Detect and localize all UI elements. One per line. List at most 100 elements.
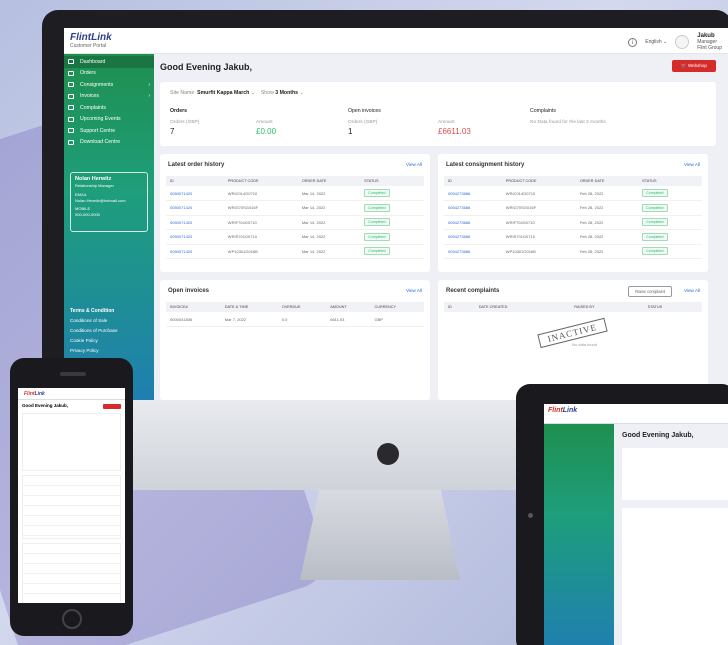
manager-email[interactable]: Nolan.Herwitz@hotmail.com <box>75 198 143 204</box>
terms-title[interactable]: Terms & Condition <box>70 306 118 316</box>
table-row[interactable]: 0054273686 WRIS701G0710 Feb 28, 2022 Comple… <box>444 229 702 245</box>
order-history-table: ID PRODUCT CODE ORDER DATE STATUS 0050071420… <box>166 176 424 259</box>
table-cell: WRIS701G0710 <box>501 229 576 245</box>
table-cell[interactable]: 0054273686 <box>444 186 502 201</box>
table-cell[interactable]: 0050071420 <box>166 229 224 245</box>
brand-logo[interactable]: FlintLink <box>70 32 112 43</box>
empty-note: No data found <box>572 342 598 347</box>
recent-complaints-view-all[interactable]: View All <box>684 288 700 293</box>
status-badge: Completed <box>642 247 668 256</box>
phone-webshop-button[interactable] <box>103 404 121 409</box>
open-invoices-view-all[interactable]: View All <box>406 288 422 293</box>
sidebar-item[interactable]: Consignments › <box>64 79 154 91</box>
table-row[interactable]: 0054273686 WRIF704G0710 Feb 28, 2022 Comple… <box>444 215 702 230</box>
table-cell: Feb 28, 2022 <box>575 229 639 245</box>
table-header-row: INVOICE# DATE & TIME OVERDUE AMOUNT CURRENCY <box>166 302 424 312</box>
order-history-view-all[interactable]: View All <box>406 162 422 167</box>
sidebar-item[interactable]: Download Centre <box>64 137 154 149</box>
column-header: DATE CREATED <box>474 302 571 312</box>
table-row[interactable]: 0054273686 WRIG70SG016F Feb 28, 2022 Comple… <box>444 200 702 216</box>
table-cell: Mar 14, 2022 <box>297 244 361 259</box>
sidebar-item-label: Invoices <box>80 93 100 100</box>
sidebar-item[interactable]: Upcoming Events <box>64 114 154 126</box>
column-header: ID <box>444 176 502 186</box>
calendar-icon <box>68 116 74 122</box>
phone-order-table <box>22 475 121 539</box>
table-cell: Mar 14, 2022 <box>297 229 361 245</box>
table-row[interactable]: 0054273686 WP10301G016B Feb 28, 2022 Comple… <box>444 244 702 259</box>
phone-summary <box>22 413 121 471</box>
webshop-button[interactable]: 🛒 Webshop <box>672 60 716 72</box>
consignment-history-view-all[interactable]: View All <box>684 162 700 167</box>
column-header: ORDER DATE <box>297 176 361 186</box>
column-header: OVERDUE <box>277 302 327 312</box>
tablet-logo: FlintLink <box>544 404 728 424</box>
table-cell: GBP <box>370 312 424 327</box>
terms-link[interactable]: Privacy Policy <box>70 346 118 356</box>
table-row[interactable]: 0050071420 WRIG70SG016F Mar 14, 2022 Comple… <box>166 200 424 216</box>
sidebar-item[interactable]: Dashboard <box>64 56 154 68</box>
table-cell: Mar 14, 2022 <box>297 186 361 201</box>
column-header: PRODUCT CODE <box>501 176 576 186</box>
user-block[interactable]: Jakub Manager Flint Group <box>697 33 722 51</box>
table-row[interactable]: 0050071420 WRIC014G0710 Mar 14, 2022 Comple… <box>166 186 424 201</box>
table-cell[interactable]: 0050071420 <box>166 200 224 216</box>
truck-icon <box>68 82 74 88</box>
table-cell[interactable]: 0054273686 <box>444 229 502 245</box>
column-header: INVOICE# <box>166 302 221 312</box>
table-cell[interactable]: 0050071420 <box>166 244 224 259</box>
table-row[interactable]: 0050071420 WRIF704G0710 Mar 14, 2022 Comple… <box>166 215 424 230</box>
list-icon <box>68 70 74 76</box>
table-cell[interactable]: 0054273686 <box>444 215 502 230</box>
table-row[interactable]: 0050071420 WRIS701G0710 Mar 14, 2022 Comple… <box>166 229 424 245</box>
brand-name: Flint <box>70 32 92 43</box>
table-cell[interactable]: 0050071420 <box>166 186 224 201</box>
table-row[interactable]: 0000041836 Mar 7, 2022 0.0 6611.03 GBP <box>166 312 424 327</box>
open-invoices-title: Open invoices <box>168 288 210 294</box>
phone-logo: FlintLink <box>18 388 125 400</box>
main-content: Good Evening Jakub, 🛒 Webshop Site Name … <box>160 54 728 400</box>
sidebar-item[interactable]: Support Centre <box>64 125 154 137</box>
table-cell: Completed <box>360 200 424 216</box>
table-row[interactable]: 0054273686 WRIC014G0710 Feb 28, 2022 Comple… <box>444 186 702 201</box>
column-header: STATUS <box>638 176 702 186</box>
table-cell[interactable]: 0054273686 <box>444 200 502 216</box>
table-cell: Feb 28, 2022 <box>575 215 639 230</box>
complaints-summary[interactable]: Complaints No Data found for the last 3 … <box>530 108 606 125</box>
column-header: STATUS <box>360 176 424 186</box>
invoices-summary[interactable]: Open invoices Orders (GBP) 1 <box>348 108 381 136</box>
table-row[interactable]: 0050071420 WP10301G016B Mar 14, 2022 Comple… <box>166 244 424 259</box>
orders-summary[interactable]: Orders Orders (GBP) 7 <box>170 108 199 136</box>
terms-link[interactable]: Conditions of Sale <box>70 316 118 326</box>
table-cell: 0.0 <box>277 312 327 327</box>
tablet-camera <box>528 513 533 518</box>
sidebar-item[interactable]: Complaints <box>64 102 154 114</box>
terms-link[interactable]: Conditions of Purchase <box>70 326 118 336</box>
tablet-order-table <box>622 508 728 645</box>
table-cell: Mar 14, 2022 <box>297 215 361 230</box>
sidebar-item[interactable]: Orders <box>64 68 154 80</box>
help-icon[interactable]: i <box>628 37 638 47</box>
raise-complaint-button[interactable]: Raise complaint <box>628 286 672 297</box>
table-cell: WP10301G016B <box>501 244 576 259</box>
table-cell[interactable]: 0000041836 <box>166 312 221 327</box>
period-select[interactable]: 3 Months <box>275 90 298 96</box>
avatar[interactable] <box>675 35 690 49</box>
grid-icon <box>68 59 74 65</box>
terms-link[interactable]: Cookie Policy <box>70 336 118 346</box>
recent-complaints-card: Recent complaints Raise complaint View A… <box>438 280 708 400</box>
table-cell: Completed <box>360 229 424 245</box>
column-header: DATE & TIME <box>220 302 278 312</box>
site-select[interactable]: Smurfit Kappa March <box>197 90 249 96</box>
sidebar-item-label: Consignments <box>80 81 114 88</box>
table-cell: Feb 28, 2022 <box>575 244 639 259</box>
language-select[interactable]: English ⌄ <box>645 39 667 45</box>
manager-card: Nolan Herwitz Relationship Manager EMAIL… <box>70 172 148 232</box>
table-cell[interactable]: 0054273686 <box>444 244 502 259</box>
column-header: AMOUNT <box>326 302 371 312</box>
table-cell[interactable]: 0050071420 <box>166 215 224 230</box>
phone-screen: FlintLink Good Evening Jakub, <box>18 388 125 603</box>
column-header: PRODUCT CODE <box>223 176 298 186</box>
column-header: STATUS <box>643 302 702 312</box>
sidebar-item[interactable]: Invoices › <box>64 91 154 103</box>
